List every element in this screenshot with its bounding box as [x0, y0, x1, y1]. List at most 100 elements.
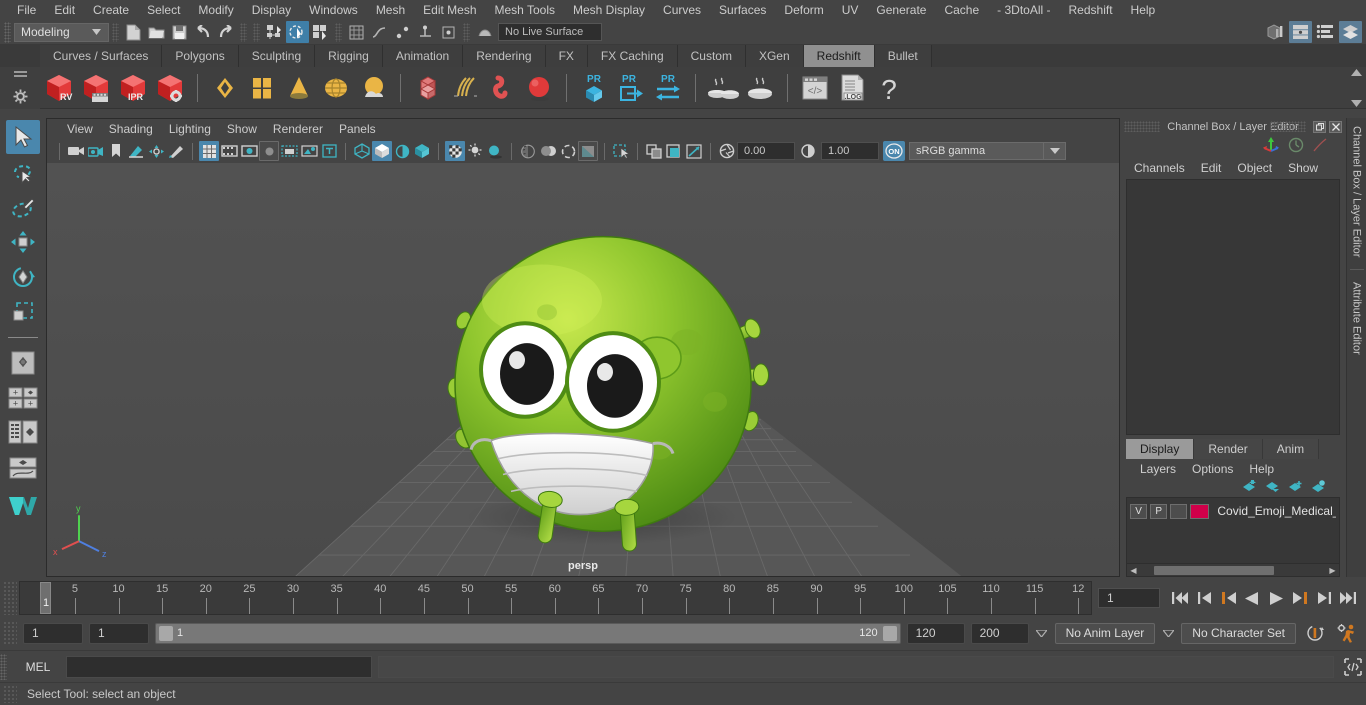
redshift-rv-icon[interactable]: RV	[42, 71, 76, 105]
select-by-component-icon[interactable]	[309, 21, 332, 43]
last-tool-used[interactable]	[6, 346, 40, 380]
redshift-render-sequence-icon[interactable]	[79, 71, 113, 105]
menu-modify[interactable]: Modify	[189, 0, 242, 20]
exposure-icon[interactable]	[299, 141, 319, 161]
color-management-toggle[interactable]: ON	[883, 141, 905, 161]
snap-projected-icon[interactable]	[414, 21, 437, 43]
viewport-menu-lighting[interactable]: Lighting	[161, 122, 219, 136]
shelf-tab-bullet[interactable]: Bullet	[874, 45, 932, 67]
play-backwards-icon[interactable]	[1242, 587, 1262, 609]
layer-list[interactable]: V P Covid_Emoji_Medical_I	[1126, 497, 1340, 564]
play-forwards-icon[interactable]	[1266, 587, 1286, 609]
gamma-field[interactable]: 1.00	[821, 142, 879, 160]
undock-icon[interactable]	[1313, 120, 1326, 133]
grid-toggle-icon[interactable]	[199, 141, 219, 161]
shaded-textured-icon[interactable]	[392, 141, 412, 161]
menu-surfaces[interactable]: Surfaces	[710, 0, 775, 20]
scroll-left-icon[interactable]: ◀	[1127, 566, 1140, 575]
scroll-right-icon[interactable]: ▶	[1326, 566, 1339, 575]
no-speed-icon[interactable]	[1288, 137, 1304, 156]
snap-view-plane-icon[interactable]	[437, 21, 460, 43]
character-set-chevron-down-icon[interactable]	[1161, 623, 1175, 644]
viewport-gamma-toggle-icon[interactable]	[684, 141, 704, 161]
channel-box-list[interactable]	[1126, 179, 1340, 435]
gate-mask-icon[interactable]	[259, 141, 279, 161]
side-tab-attribute-editor[interactable]: Attribute Editor	[1351, 274, 1363, 363]
auto-keyframe-icon[interactable]	[1302, 621, 1328, 645]
redshift-area-light-icon[interactable]	[208, 71, 242, 105]
viewport-canvas[interactable]: y z x persp	[47, 163, 1119, 576]
channel-menu-object[interactable]: Object	[1229, 161, 1280, 175]
gamma-contrast-icon[interactable]	[798, 141, 818, 161]
step-back-keyframe-icon[interactable]	[1194, 587, 1214, 609]
playback-start-field[interactable]: 1	[89, 622, 149, 644]
menu-select[interactable]: Select	[138, 0, 189, 20]
color-management-select[interactable]: sRGB gamma	[909, 142, 1044, 160]
character-set-select[interactable]: No Character Set	[1181, 622, 1296, 644]
shelf-tab-sculpting[interactable]: Sculpting	[238, 45, 316, 67]
channel-menu-edit[interactable]: Edit	[1193, 161, 1230, 175]
range-handle-left[interactable]	[159, 625, 173, 641]
exposure-gamma-icon[interactable]	[578, 141, 598, 161]
shelf-tab-polygons[interactable]: Polygons	[162, 45, 239, 67]
menu-help[interactable]: Help	[1122, 0, 1165, 20]
menu-3dtoall[interactable]: - 3DtoAll -	[988, 0, 1059, 20]
viewport-menu-view[interactable]: View	[59, 122, 101, 136]
viewport-menu-shading[interactable]: Shading	[101, 122, 161, 136]
shelf-tab-fx-caching[interactable]: FX Caching	[587, 45, 678, 67]
redshift-script-icon[interactable]: </>	[798, 71, 832, 105]
viewport-menu-panels[interactable]: Panels	[331, 122, 384, 136]
smooth-shade-icon[interactable]	[372, 141, 392, 161]
menu-uv[interactable]: UV	[833, 0, 868, 20]
make-live-icon[interactable]	[473, 21, 496, 43]
outliner-persp-layout[interactable]	[6, 416, 40, 450]
move-layer-up-icon[interactable]	[1242, 480, 1257, 496]
use-all-lights-icon[interactable]	[412, 141, 432, 161]
animation-preferences-icon[interactable]	[1334, 621, 1362, 645]
select-tool[interactable]	[5, 120, 40, 154]
layer-menu-options[interactable]: Options	[1184, 462, 1241, 476]
layer-visibility-toggle[interactable]: V	[1130, 503, 1148, 519]
shelf-tab-redshift[interactable]: Redshift	[803, 45, 875, 67]
go-to-start-icon[interactable]	[1170, 587, 1190, 609]
bookmark-icon[interactable]	[106, 141, 126, 161]
command-language-label[interactable]: MEL	[16, 660, 60, 674]
new-layer-from-selected-icon[interactable]	[1311, 480, 1326, 496]
channel-menu-channels[interactable]: Channels	[1126, 161, 1193, 175]
anim-layer-select[interactable]: No Anim Layer	[1054, 622, 1156, 644]
multisample-icon[interactable]	[558, 141, 578, 161]
shelf-tab-custom[interactable]: Custom	[677, 45, 746, 67]
close-icon[interactable]	[1329, 120, 1342, 133]
menu-cache[interactable]: Cache	[935, 0, 988, 20]
range-handle-right[interactable]	[882, 625, 897, 641]
go-to-end-icon[interactable]	[1338, 587, 1358, 609]
resolution-gate-icon[interactable]	[239, 141, 259, 161]
xray-icon[interactable]	[445, 141, 465, 161]
command-line-grip[interactable]	[0, 653, 7, 680]
shelf-tab-curves-surfaces[interactable]: Curves / Surfaces	[40, 45, 163, 67]
menu-set-selector[interactable]: Modeling	[14, 22, 109, 42]
move-layer-down-icon[interactable]	[1265, 480, 1280, 496]
film-origin-icon[interactable]	[279, 141, 299, 161]
menu-mesh-tools[interactable]: Mesh Tools	[486, 0, 564, 20]
image-plane-icon[interactable]	[126, 141, 146, 161]
move-axis-icon[interactable]	[1262, 136, 1280, 156]
menu-windows[interactable]: Windows	[300, 0, 367, 20]
time-slider-grip[interactable]	[3, 581, 17, 615]
color-management-chevron-down-icon[interactable]	[1044, 142, 1066, 160]
redshift-bake-icon[interactable]	[706, 71, 740, 105]
table-row[interactable]: V P Covid_Emoji_Medical_I	[1130, 502, 1336, 520]
select-by-object-icon[interactable]	[286, 21, 309, 43]
range-slider-grip[interactable]	[3, 621, 17, 645]
command-input[interactable]	[66, 655, 372, 678]
isolate-select-icon[interactable]	[611, 141, 631, 161]
new-scene-icon[interactable]	[122, 21, 145, 43]
select-camera-icon[interactable]	[66, 141, 86, 161]
shelf-tab-rigging[interactable]: Rigging	[315, 45, 383, 67]
select-by-hierarchy-icon[interactable]	[263, 21, 286, 43]
step-forward-keyframe-icon[interactable]	[1314, 587, 1334, 609]
tool-settings-toggle-icon[interactable]	[1314, 21, 1337, 43]
menu-file[interactable]: File	[8, 0, 45, 20]
snap-curve-icon[interactable]	[368, 21, 391, 43]
two-d-pan-zoom-icon[interactable]	[146, 141, 166, 161]
